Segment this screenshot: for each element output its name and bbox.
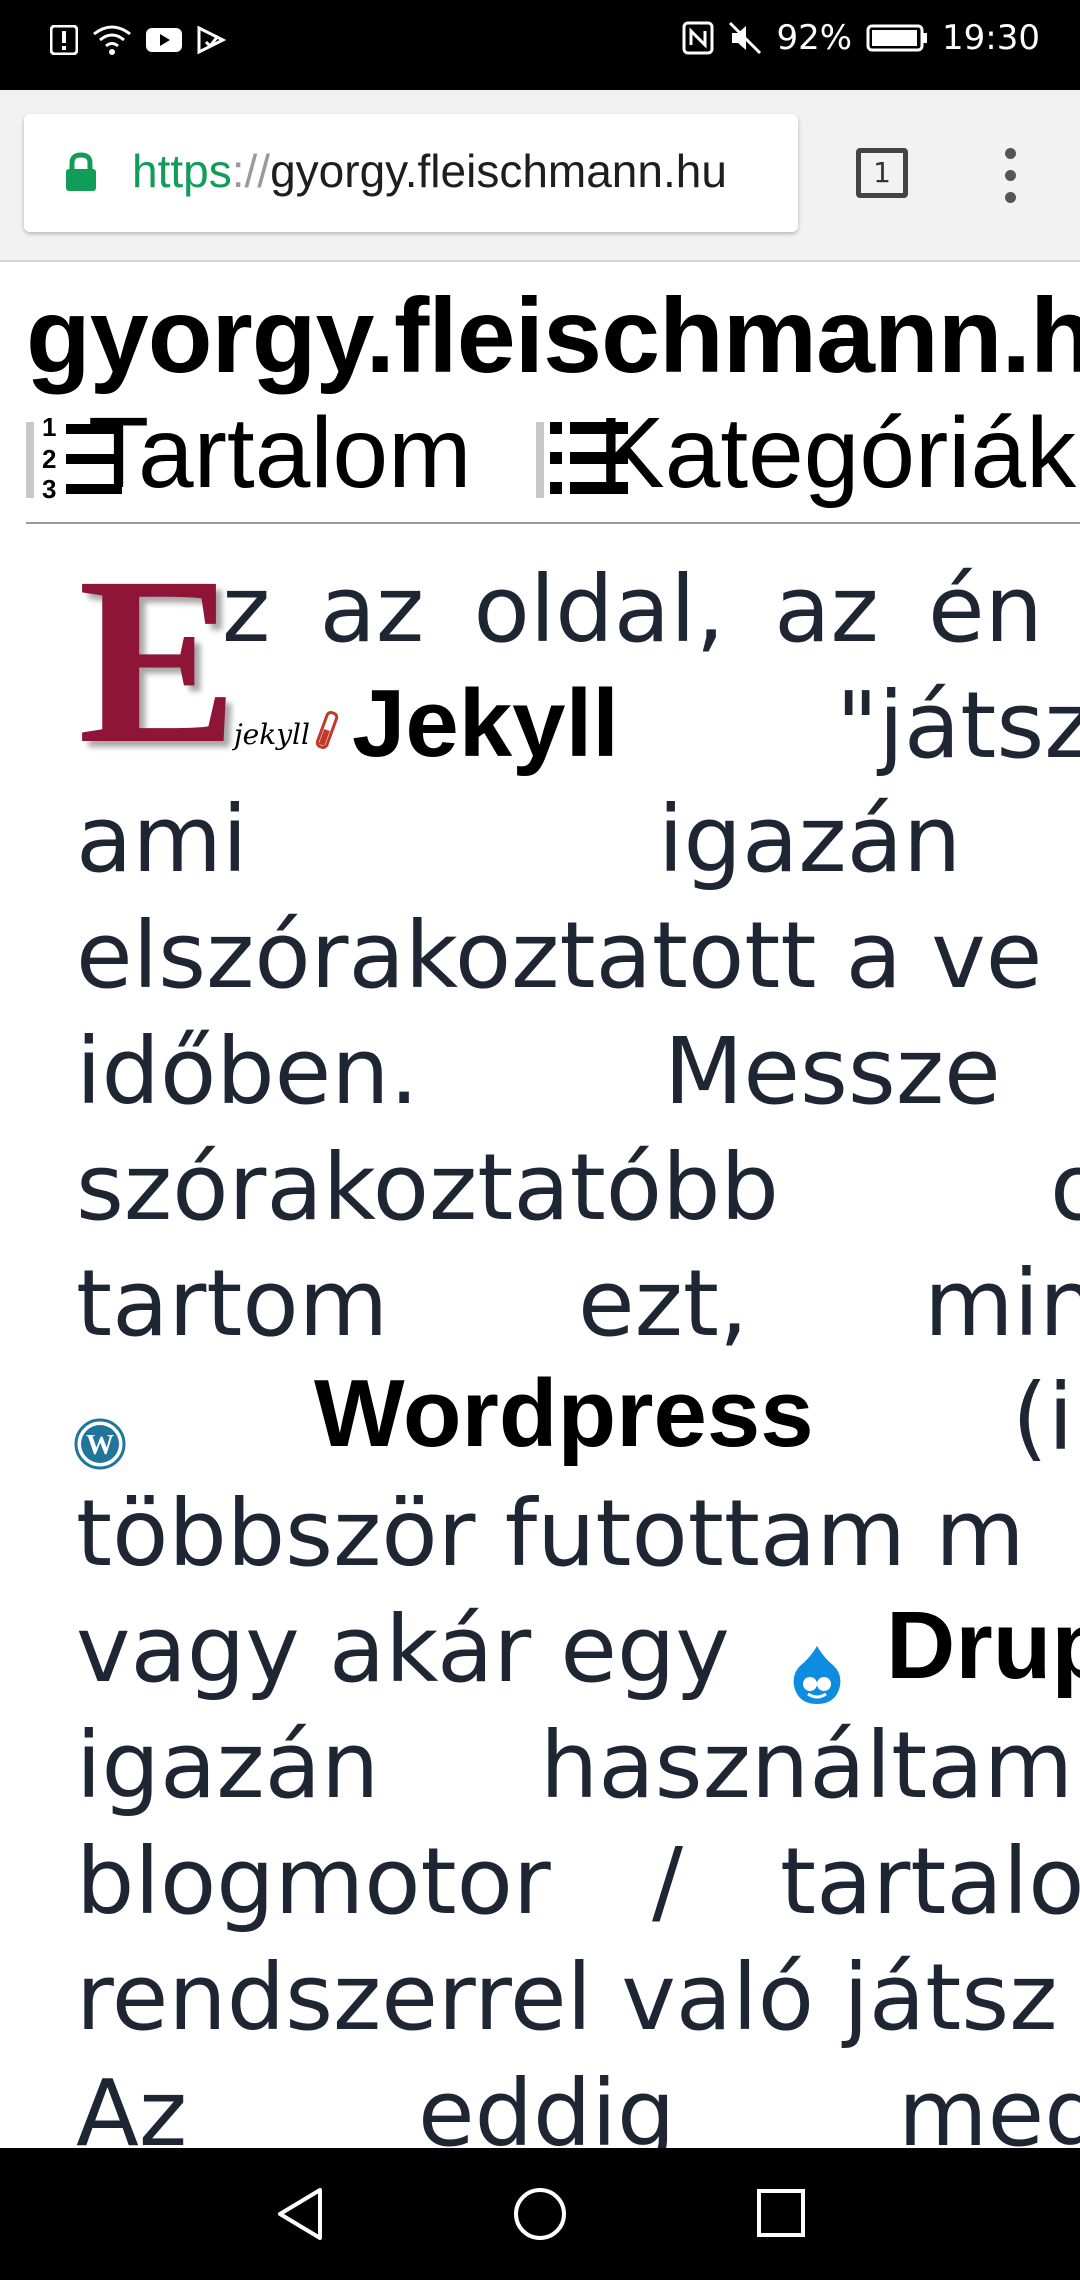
- url-separator: ://: [231, 145, 271, 197]
- text-line: ezt,: [578, 1250, 749, 1357]
- mute-icon: [729, 21, 762, 55]
- home-icon[interactable]: [512, 2186, 568, 2242]
- drupal-link[interactable]: Drup: [886, 1598, 1080, 1694]
- text-line: blogmotor: [76, 1828, 551, 1935]
- web-page: gyorgy.fleischmann.hu 1 2 3 Tartalom Kat…: [0, 262, 1080, 2148]
- jekyll-logo-icon: jekyll: [232, 711, 339, 751]
- text-line: Messze: [664, 1018, 1001, 1125]
- nav-separator: [26, 422, 34, 498]
- text-line: eddig: [418, 2060, 676, 2149]
- svg-text:jekyll: jekyll: [232, 718, 310, 751]
- text-line: ami: [76, 786, 248, 893]
- text-line: időben.: [76, 1018, 419, 1125]
- battery-percent: 92%: [776, 18, 853, 58]
- nav-label-tartalom: Tartalom: [88, 397, 472, 509]
- back-icon[interactable]: [274, 2186, 326, 2242]
- svg-text:2: 2: [42, 444, 56, 474]
- nav-label-kategoriak: Kategóriák: [598, 397, 1077, 509]
- text-line: többször futottam m: [76, 1480, 1025, 1587]
- drupal-logo-icon: [793, 1646, 841, 1704]
- browser-toolbar: https://gyorgy.fleischmann.hu 1: [0, 90, 1080, 262]
- text-line: /: [652, 1828, 683, 1935]
- battery-icon: [866, 24, 928, 52]
- url-scheme: https: [132, 145, 232, 197]
- text-line: z az oldal, az én: [222, 556, 1043, 663]
- svg-text:1: 1: [42, 412, 56, 442]
- status-right-icons: 92% 19:30: [682, 18, 1040, 58]
- nfc-icon: [682, 21, 714, 55]
- text-line: vagy akár egy: [76, 1596, 730, 1703]
- text-line: használtam: [540, 1712, 1074, 1819]
- text-line: meg: [898, 2060, 1080, 2149]
- system-navigation-bar: [0, 2148, 1080, 2280]
- text-line: igazán: [76, 1712, 380, 1819]
- status-bar: 92% 19:30: [0, 0, 1080, 90]
- url-text[interactable]: https://gyorgy.fleischmann.hu: [132, 144, 727, 198]
- svg-text:3: 3: [42, 474, 56, 502]
- text-line: o: [1050, 1134, 1080, 1241]
- text-line: Az: [76, 2060, 188, 2149]
- text-line: tartom: [76, 1250, 389, 1357]
- text-line: rendszerrel való játsz: [76, 1944, 1058, 2051]
- lock-icon: [66, 152, 96, 191]
- nav-separator: [536, 422, 544, 498]
- wordpress-logo-icon: W: [74, 1418, 126, 1470]
- text-line: elszórakoztatott a ve: [76, 902, 1043, 1009]
- url-host: gyorgy.fleischmann.hu: [270, 145, 727, 197]
- tab-switcher-button[interactable]: 1: [856, 148, 908, 198]
- site-title[interactable]: gyorgy.fleischmann.hu: [26, 276, 1080, 397]
- alert-icon: [50, 25, 78, 55]
- text-line: (i: [1012, 1364, 1074, 1471]
- status-left-icons: [50, 24, 226, 56]
- text-line: igazán: [658, 786, 962, 893]
- recents-icon[interactable]: [756, 2188, 806, 2238]
- svg-text:W: W: [86, 1430, 114, 1461]
- clock: 19:30: [942, 18, 1040, 58]
- play-store-icon: [197, 25, 226, 55]
- address-bar[interactable]: https://gyorgy.fleischmann.hu: [24, 114, 798, 232]
- overflow-menu-icon[interactable]: [1000, 148, 1020, 208]
- nav-divider: [26, 522, 1080, 524]
- jekyll-link[interactable]: Jekyll: [352, 676, 619, 772]
- text-line: min: [924, 1250, 1080, 1357]
- youtube-icon: [146, 28, 182, 52]
- wordpress-link[interactable]: Wordpress: [314, 1366, 814, 1462]
- text-line: szórakoztatóbb: [76, 1134, 779, 1241]
- drop-cap: E: [78, 527, 239, 793]
- wifi-icon: [93, 25, 131, 55]
- text-line: "játsz: [836, 672, 1080, 779]
- text-line: tartalo: [780, 1828, 1080, 1935]
